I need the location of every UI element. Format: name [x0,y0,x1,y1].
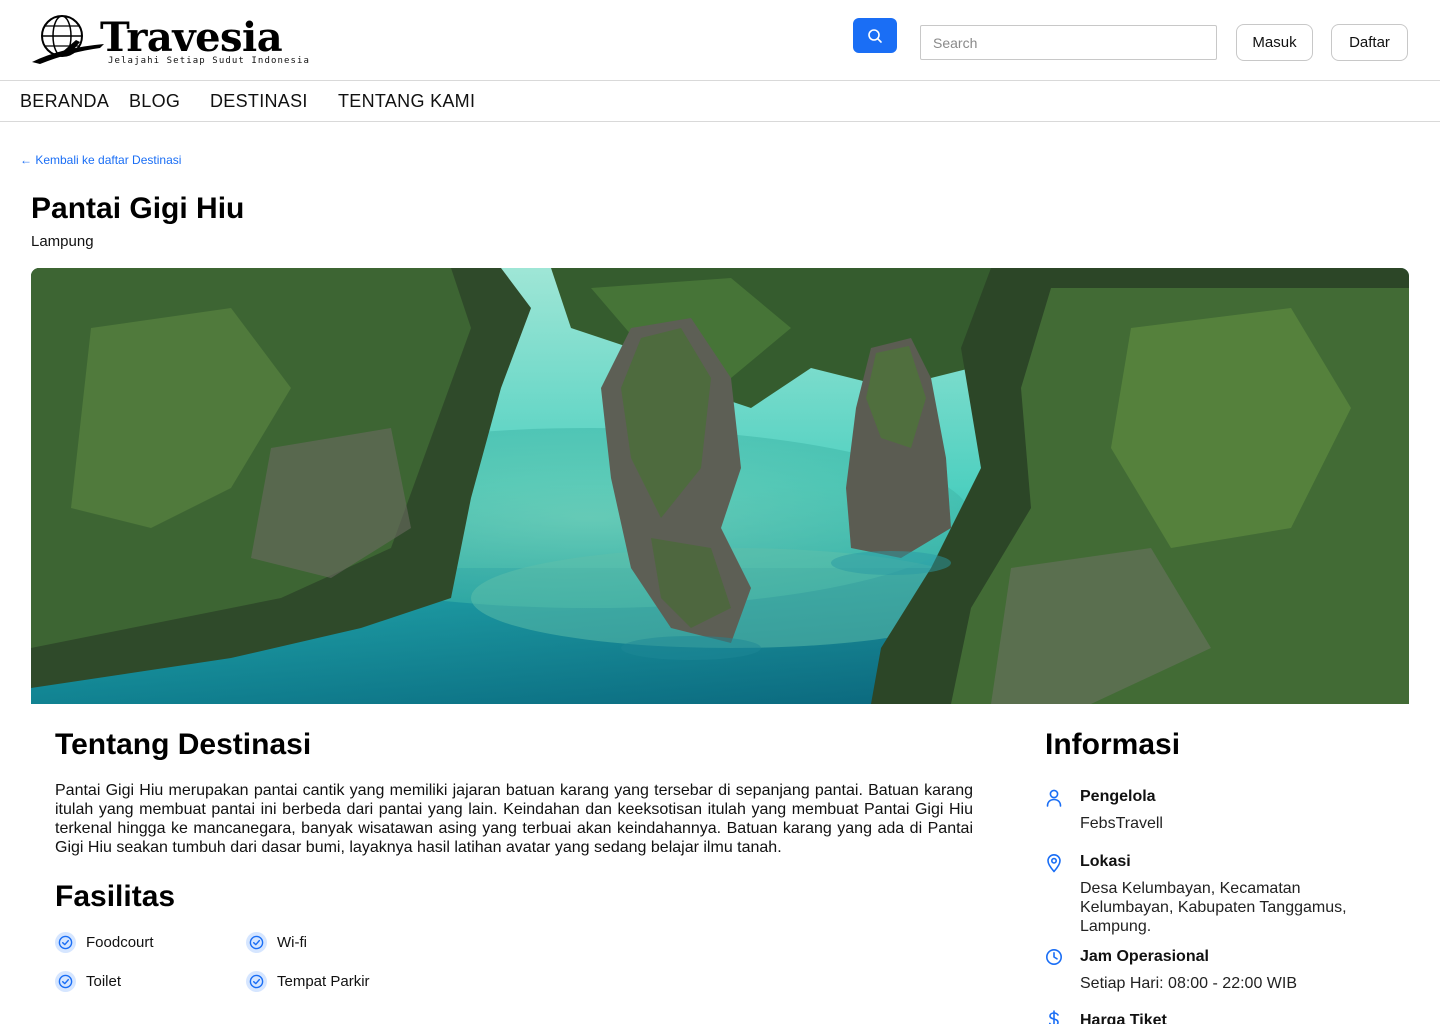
facility-label: Toilet [86,973,122,990]
page-title: Pantai Gigi Hiu [31,192,245,225]
about-description: Pantai Gigi Hiu merupakan pantai cantik … [55,782,973,856]
login-button[interactable]: Masuk [1236,24,1313,61]
user-icon [1046,789,1062,807]
info-item-lokasi: Lokasi Desa Kelumbayan, Kecamatan Kelumb… [1045,853,1385,943]
info-item-harga-tiket: Harga Tiket [1045,1010,1385,1024]
info-item-pengelola: Pengelola FebsTravell [1045,788,1385,838]
facility-item-wifi: Wi-fi [246,932,307,953]
destination-region: Lampung [31,233,94,250]
nav-item-tentang-kami[interactable]: TENTANG KAMI [338,91,475,112]
info-item-jam-operasional: Jam Operasional Setiap Hari: 08:00 - 22:… [1045,948,1385,998]
info-label: Harga Tiket [1080,1012,1167,1024]
facility-item-foodcourt: Foodcourt [55,932,154,953]
globe-airplane-icon [32,15,104,64]
info-label: Jam Operasional [1080,948,1209,965]
site-header: Travesia Jelajahi Setiap Sudut Indonesia… [0,0,1440,81]
check-badge-icon [246,971,267,992]
check-badge-icon [246,932,267,953]
brand-logo[interactable]: Travesia Jelajahi Setiap Sudut Indonesia [26,10,309,72]
back-to-destinations-link[interactable]: ← Kembali ke daftar Destinasi [20,153,181,167]
nav-item-blog[interactable]: BLOG [129,91,180,112]
facility-label: Wi-fi [277,934,307,951]
facility-label: Foodcourt [86,934,154,951]
nav-item-destinasi[interactable]: DESTINASI [210,91,308,112]
nav-item-beranda[interactable]: BERANDA [20,91,109,112]
dollar-icon [1049,1010,1059,1024]
search-input[interactable] [920,25,1217,60]
destination-hero-image [31,268,1409,704]
about-heading: Tentang Destinasi [55,728,312,761]
info-value: Desa Kelumbayan, Kecamatan Kelumbayan, K… [1080,880,1347,935]
info-value: Setiap Hari: 08:00 - 22:00 WIB [1080,975,1297,992]
clock-icon [1046,949,1062,965]
info-label: Lokasi [1080,853,1131,870]
main-nav: BERANDA BLOG DESTINASI TENTANG KAMI [0,81,1440,122]
facility-label: Tempat Parkir [277,973,370,990]
search-button[interactable] [853,18,897,53]
brand-tagline: Jelajahi Setiap Sudut Indonesia [108,56,311,66]
brand-name: Travesia [100,14,283,61]
check-badge-icon [55,932,76,953]
facilities-heading: Fasilitas [55,880,176,913]
info-value: FebsTravell [1080,815,1163,832]
info-heading: Informasi [1045,728,1181,761]
facility-item-toilet: Toilet [55,971,121,992]
location-pin-icon [1047,854,1061,873]
search-icon [868,28,882,43]
facility-item-parking: Tempat Parkir [246,971,370,992]
info-label: Pengelola [1080,788,1156,805]
register-button[interactable]: Daftar [1331,24,1408,61]
check-badge-icon [55,971,76,992]
